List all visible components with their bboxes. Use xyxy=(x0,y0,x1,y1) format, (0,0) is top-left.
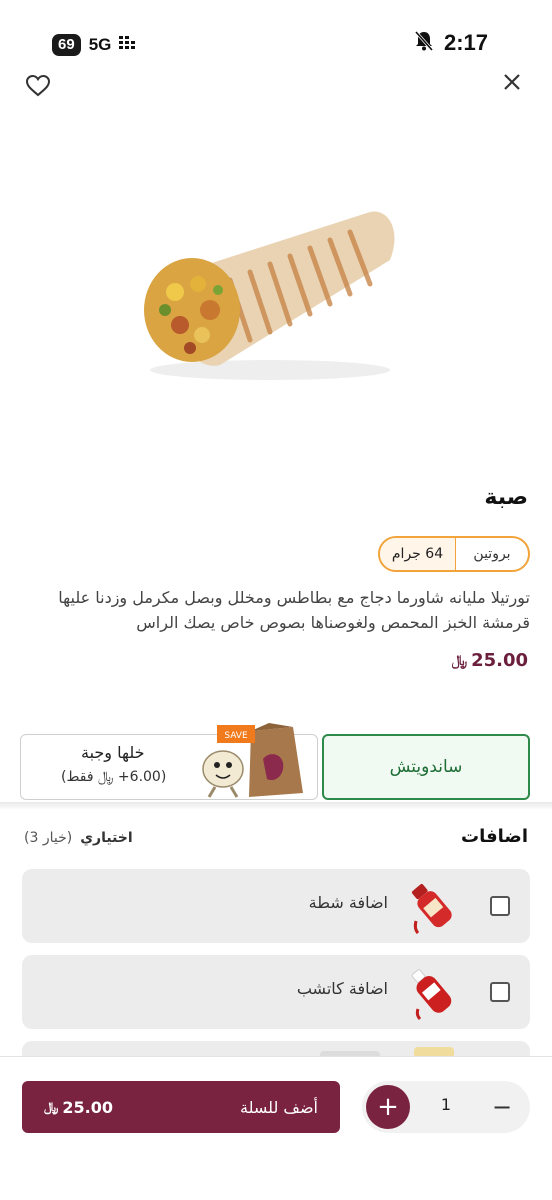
option-meal-title: خلها وجبة xyxy=(81,743,145,762)
quantity-value: 1 xyxy=(440,1095,452,1114)
bell-muted-icon xyxy=(414,30,434,56)
cart-price-value: 25.00 xyxy=(62,1097,114,1117)
option-meal-subtitle: (6.00+ ﷼ فقط) xyxy=(61,769,167,785)
addons-meta: اختياري (خيار 3) xyxy=(24,830,133,846)
product-image xyxy=(120,200,410,400)
close-icon[interactable] xyxy=(496,66,528,98)
plus-icon[interactable]: + xyxy=(366,1085,410,1129)
addon-label: اضافة كاتشب xyxy=(296,979,388,998)
favorite-heart-icon[interactable] xyxy=(22,70,54,102)
status-left: 69 5G xyxy=(52,34,139,56)
signal-icon xyxy=(119,35,139,55)
hot-sauce-bottle-icon xyxy=(411,884,452,935)
riyal-icon: ﷼ xyxy=(451,652,468,669)
quantity-stepper: + 1 − xyxy=(362,1081,530,1133)
add-to-cart-button[interactable]: أضف للسلة 25.00 ﷼ xyxy=(22,1081,340,1133)
status-bar: 69 5G 2:17 xyxy=(0,0,552,70)
addons-choices-label: (خيار 3) xyxy=(24,830,73,846)
protein-label: بروتين xyxy=(473,546,511,562)
status-right: 2:17 xyxy=(414,30,488,56)
protein-badge: بروتين 64 جرام xyxy=(378,536,530,572)
product-title: صبة xyxy=(484,485,528,510)
option-sandwich-button[interactable]: ساندويتش xyxy=(322,734,530,800)
addon-label: اضافة شطة xyxy=(308,893,388,912)
add-to-cart-label: أضف للسلة xyxy=(240,1097,318,1117)
riyal-icon: ﷼ xyxy=(44,1099,59,1115)
ketchup-bottle-icon xyxy=(411,969,452,1021)
addons-title: اضافات xyxy=(461,826,528,847)
protein-value: 64 جرام xyxy=(380,538,456,570)
product-description: تورتيلا مليانه شاورما دجاج مع بطاطس ومخل… xyxy=(58,588,530,632)
addons-optional-label: اختياري xyxy=(80,830,133,846)
battery-indicator: 69 xyxy=(52,34,81,56)
network-label: 5G xyxy=(88,35,112,54)
addon-checkbox[interactable] xyxy=(490,982,510,1002)
addon-item-hot-sauce[interactable]: اضافة شطة xyxy=(22,869,530,943)
option-meal-button[interactable]: خلها وجبة (6.00+ ﷼ فقط) SAVE xyxy=(20,723,318,800)
product-price: 25.00 ﷼ xyxy=(452,650,528,671)
bottom-action-bar: أضف للسلة 25.00 ﷼ + 1 − xyxy=(0,1056,552,1200)
addon-item-ketchup[interactable]: اضافة كاتشب xyxy=(22,955,530,1029)
save-sign: SAVE xyxy=(224,731,248,741)
cart-price: 25.00 ﷼ xyxy=(44,1098,113,1117)
section-divider xyxy=(0,802,552,810)
minus-icon[interactable]: − xyxy=(484,1089,520,1125)
clock: 2:17 xyxy=(443,30,488,55)
option-sandwich-label: ساندويتش xyxy=(389,757,463,777)
meal-mascot-icon: SAVE xyxy=(202,723,303,798)
addon-checkbox[interactable] xyxy=(490,896,510,916)
price-value: 25.00 xyxy=(471,650,528,671)
